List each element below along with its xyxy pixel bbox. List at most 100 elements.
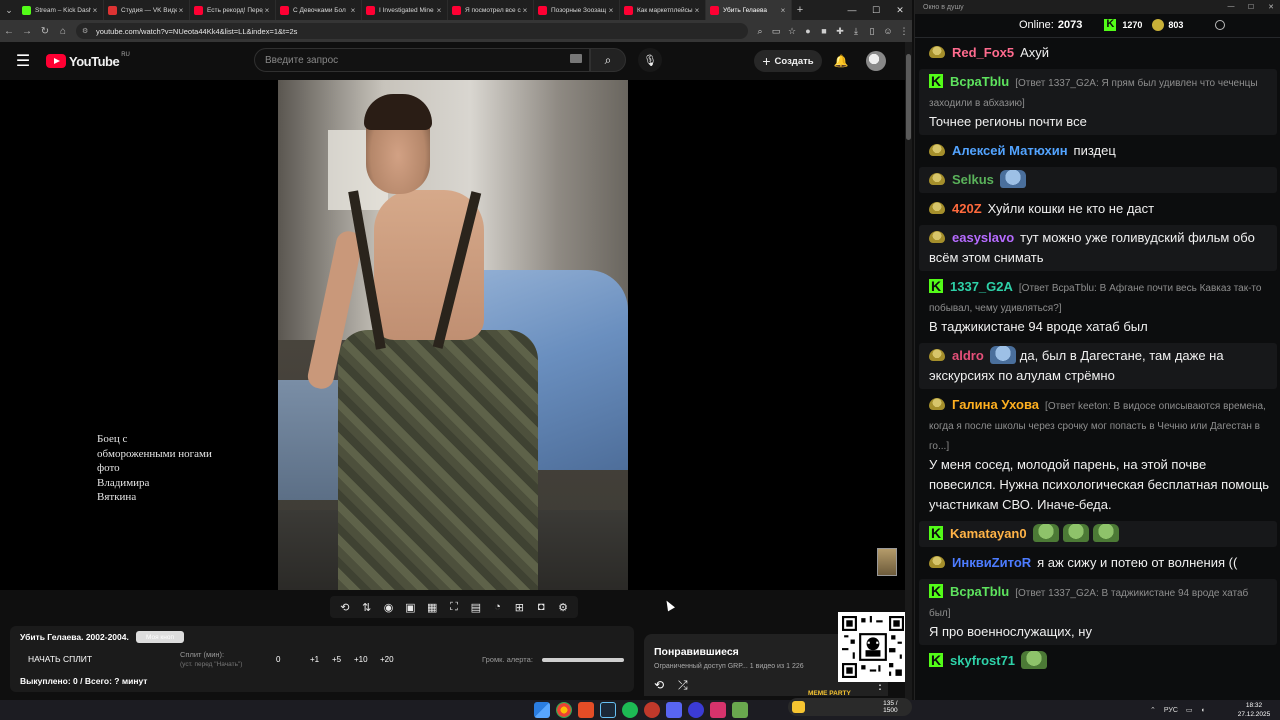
browser-tab[interactable]: С Девочками Бол × xyxy=(276,0,362,20)
scrollbar-thumb[interactable] xyxy=(906,54,911,140)
tab-close-icon[interactable]: × xyxy=(779,6,787,15)
new-tab-plus-icon[interactable]: + xyxy=(792,4,808,16)
playlist-shuffle-icon[interactable]: ⤮ xyxy=(678,678,688,693)
hamburger-menu-icon[interactable]: ☰ xyxy=(0,42,46,80)
playlist-title[interactable]: Понравившиеся xyxy=(654,646,739,658)
site-info-icon[interactable]: ⚙ xyxy=(82,27,91,35)
app-green-icon[interactable] xyxy=(732,702,748,718)
page-scrollbar[interactable] xyxy=(905,42,912,700)
browser-tab[interactable]: Позорные Зоозащ × xyxy=(534,0,620,20)
fullscreen-icon[interactable]: ⛶ xyxy=(444,597,464,617)
opera-icon[interactable] xyxy=(644,702,660,718)
forward-arrow-icon[interactable]: → xyxy=(18,20,36,42)
browser-tab[interactable]: Убить Гелаева × xyxy=(706,0,792,20)
steam-icon[interactable] xyxy=(600,702,616,718)
back-arrow-icon[interactable]: ← xyxy=(0,20,18,42)
split-option-20[interactable]: +20 xyxy=(380,655,394,664)
tray-chevron-icon[interactable]: ⌃ xyxy=(1150,706,1156,714)
zoom-icon[interactable]: ⌕ xyxy=(752,20,768,42)
settings-gear-icon[interactable]: ⚙ xyxy=(553,597,573,617)
home-icon[interactable]: ⌂ xyxy=(54,20,72,42)
chat-username[interactable]: 1337_G2A xyxy=(950,279,1013,294)
profile-icon[interactable]: ☺ xyxy=(880,20,896,42)
chat-username[interactable]: easyslavo xyxy=(952,230,1014,245)
browser-menu-icon[interactable]: ⋮ xyxy=(896,20,912,42)
loop-icon[interactable]: ⟲ xyxy=(335,597,355,617)
cast-icon[interactable]: ▭ xyxy=(768,20,784,42)
chat-username[interactable]: ВсраТblu xyxy=(950,74,1009,89)
search-button[interactable]: ⌕ xyxy=(590,48,626,72)
chat-maximize-icon[interactable]: ☐ xyxy=(1241,3,1261,11)
split-option-1[interactable]: +1 xyxy=(310,655,319,664)
extension-red-icon[interactable]: ■ xyxy=(816,20,832,42)
network-icon[interactable]: ▭ xyxy=(1186,706,1193,714)
extension-dot-icon[interactable]: ● xyxy=(800,20,816,42)
meme-party-widget[interactable]: MEME PARTY 135 / 1500 xyxy=(788,690,912,716)
cinema-icon[interactable]: ▣ xyxy=(400,597,420,617)
tab-close-icon[interactable]: × xyxy=(607,6,615,15)
app-pink-active-icon[interactable] xyxy=(710,702,726,718)
browser-tab[interactable]: I Investigated Mine × xyxy=(362,0,448,20)
search-input[interactable] xyxy=(265,54,565,66)
browser-tab[interactable]: Студия — VK Видео × xyxy=(104,0,190,20)
add-icon[interactable]: ⊞ xyxy=(509,597,529,617)
screenshot-camera-icon[interactable]: ◘ xyxy=(531,597,551,617)
tab-search-chevron-icon[interactable]: ⌄ xyxy=(0,0,18,20)
split-badge[interactable]: Моя кноп xyxy=(136,631,184,643)
audio-wave-icon[interactable]: ◉ xyxy=(379,597,399,617)
downloads-icon[interactable]: ⤓ xyxy=(848,20,864,42)
tab-close-icon[interactable]: × xyxy=(693,6,701,15)
split-option-5[interactable]: +5 xyxy=(332,655,341,664)
alert-volume-slider[interactable] xyxy=(542,658,624,662)
video-player[interactable]: Боец с обмороженными ногами фото Владими… xyxy=(0,80,905,590)
sort-icon[interactable]: ⇅ xyxy=(357,597,377,617)
chat-minimize-icon[interactable]: — xyxy=(1221,3,1241,11)
tab-close-icon[interactable]: × xyxy=(349,6,357,15)
split-option-10[interactable]: +10 xyxy=(354,655,368,664)
app-red-icon[interactable] xyxy=(578,702,594,718)
url-field[interactable]: ⚙ youtube.com/watch?v=NUeota44Kk4&list=L… xyxy=(76,23,748,39)
chat-username[interactable]: Kamatayan0 xyxy=(950,526,1027,541)
chat-username[interactable]: Алексей Матюхин xyxy=(952,143,1068,158)
language-indicator[interactable]: РУС xyxy=(1164,707,1178,714)
youtube-logo[interactable]: YouTube RU xyxy=(46,42,130,80)
reload-icon[interactable]: ↻ xyxy=(36,20,54,42)
browser-tab[interactable]: Я посмотрел все с × xyxy=(448,0,534,20)
clock[interactable]: 18:32 27.12.2025 xyxy=(1232,701,1276,719)
chat-username[interactable]: aldro xyxy=(952,348,984,363)
chat-username[interactable]: ИнквиZитоR xyxy=(952,555,1031,570)
chat-username[interactable]: Red_Fox5 xyxy=(952,45,1014,60)
browser-tab[interactable]: Stream – Kick Dashboard× xyxy=(18,0,104,20)
tab-close-icon[interactable]: × xyxy=(263,6,271,15)
account-avatar[interactable] xyxy=(866,51,886,71)
chat-close-icon[interactable]: ✕ xyxy=(1261,3,1280,11)
extension-puzzle-icon[interactable]: ✚ xyxy=(832,20,848,42)
voice-search-mic-icon[interactable]: 🎙 xyxy=(638,48,662,72)
bookmark-star-icon[interactable]: ☆ xyxy=(784,20,800,42)
notifications-bell-icon[interactable]: 🔔 xyxy=(830,50,852,72)
start-split-button[interactable]: НАЧАТЬ СПЛИТ xyxy=(28,654,92,664)
chat-username[interactable]: Галина Ухова xyxy=(952,397,1039,412)
tab-close-icon[interactable]: × xyxy=(521,6,529,15)
spotify-icon[interactable] xyxy=(622,702,638,718)
browser-tab[interactable]: Есть рекорд! Перед × xyxy=(190,0,276,20)
tab-close-icon[interactable]: × xyxy=(91,6,99,15)
start-windows-icon[interactable] xyxy=(534,702,550,718)
playlist-loop-icon[interactable]: ⟲ xyxy=(654,678,664,692)
chat-settings-icon[interactable] xyxy=(1215,20,1226,30)
app-blue-icon[interactable] xyxy=(688,702,704,718)
chat-username[interactable]: 420Z xyxy=(952,201,982,216)
chrome-icon[interactable] xyxy=(556,702,572,718)
speedometer-icon[interactable]: ◔ xyxy=(488,597,508,617)
sidebar-icon[interactable]: ▯ xyxy=(864,20,880,42)
split-option-0[interactable]: 0 xyxy=(276,655,280,664)
create-button[interactable]: + Создать xyxy=(754,50,822,72)
close-window-icon[interactable]: ✕ xyxy=(888,0,912,20)
keyboard-icon[interactable] xyxy=(570,54,582,63)
tab-close-icon[interactable]: × xyxy=(435,6,443,15)
maximize-icon[interactable]: ☐ xyxy=(864,0,888,20)
theater-icon[interactable]: ▤ xyxy=(466,597,486,617)
volume-icon[interactable]: ◖ xyxy=(1201,707,1205,714)
chat-message-list[interactable]: Red_Fox5 Ахуй ВсраТblu[Ответ 1337_G2A: Я п… xyxy=(915,40,1280,690)
browser-tab[interactable]: Как маркетплейсы × xyxy=(620,0,706,20)
